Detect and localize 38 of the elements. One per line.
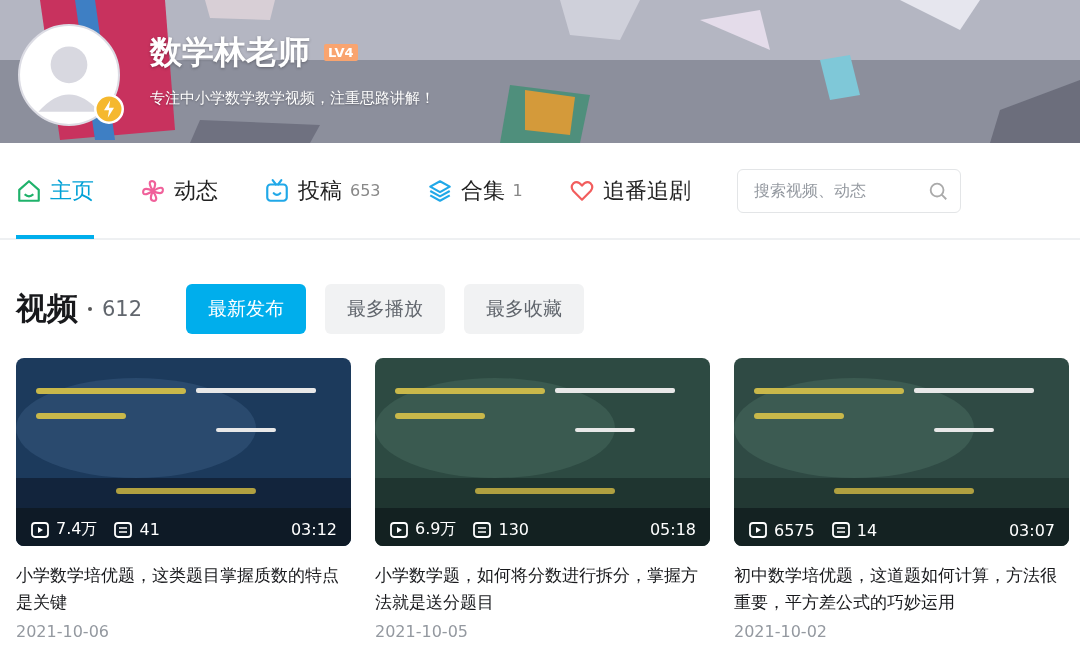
comment-icon [472,519,493,540]
play-icon [30,519,50,540]
nav-tab[interactable]: 追番追剧 [568,142,691,239]
view-count: 7.4万 [56,519,98,540]
upload-date: 2021-10-02 [734,622,828,641]
tv-icon [264,177,290,204]
home-icon [16,177,42,204]
play-icon [389,519,409,540]
play-icon [748,520,768,540]
separator-dot [88,307,92,311]
upload-date: 2021-10-05 [375,622,469,641]
layers-icon [426,177,453,204]
comment-count: 130 [498,520,529,539]
comment-count: 14 [856,520,878,540]
duration: 03:12 [290,520,337,539]
view-count: 6.9万 [415,519,457,540]
duration: 03:07 [1008,520,1055,540]
duration: 05:18 [649,520,696,539]
avatar[interactable] [18,24,120,126]
comment-count: 41 [139,520,160,539]
video-title[interactable]: 小学数学培优题，这类题目掌握质数的特点是关键 [16,562,351,616]
comment-icon [113,519,134,540]
view-count: 6575 [774,520,815,540]
nav-tab[interactable]: 动态 [140,142,218,239]
sort-button[interactable]: 最多播放 [325,284,446,334]
section-title: 视频 [16,289,78,328]
sort-button[interactable]: 最多收藏 [464,284,585,334]
comment-icon [830,520,851,540]
upload-date: 2021-10-06 [16,622,110,641]
level-badge: LV4 [324,44,358,61]
video-title[interactable]: 初中数学培优题，这道题如何计算，方法很重要，平方差公式的巧妙运用 [734,562,1069,616]
nav-tab[interactable]: 合集 1 [426,142,523,239]
video-count: 612 [102,297,143,321]
search-field[interactable]: 搜索视频、动态 [736,168,961,213]
pinwheel-icon [140,177,166,204]
bio-text: 专注中小学数学教学视频，注重思路讲解！ [150,88,435,108]
nav-tab[interactable]: 投稿 653 [264,142,381,239]
video-title[interactable]: 小学数学题，如何将分数进行拆分，掌握方法就是送分题目 [375,562,710,616]
